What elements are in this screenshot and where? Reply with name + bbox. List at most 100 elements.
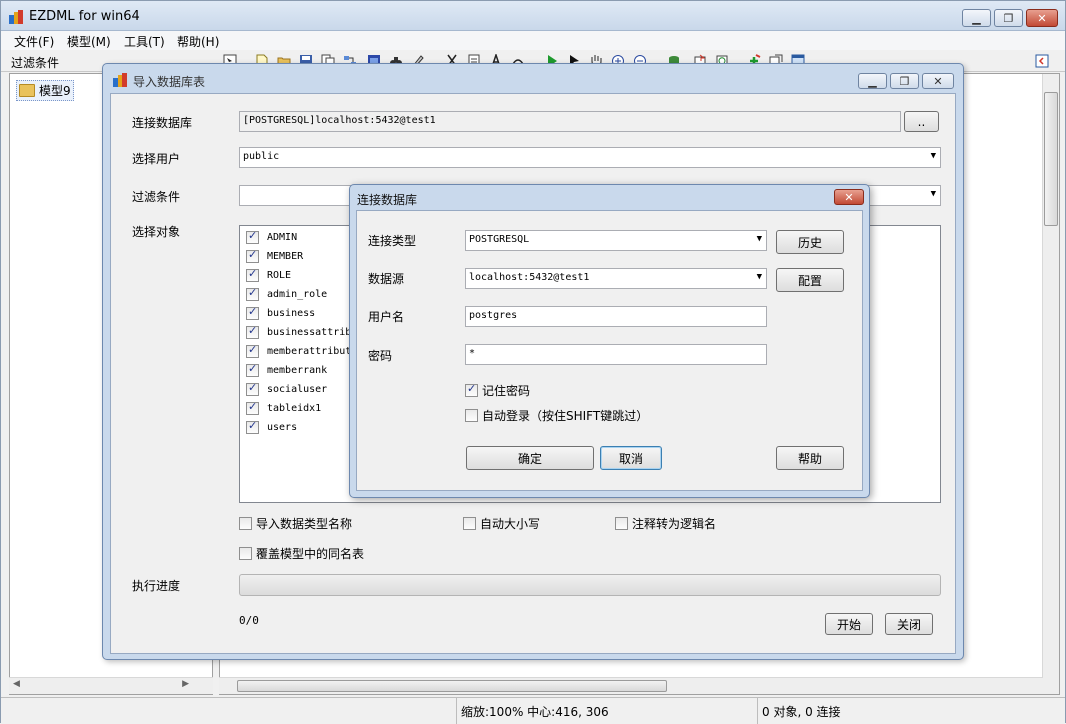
restore-icon: ❐ [899, 74, 910, 88]
cancel-button[interactable]: 取消 [600, 446, 662, 470]
status-counts: 0 对象, 0 连接 [757, 698, 1047, 724]
connect-dialog-body: 连接类型 POSTGRESQL ▼ 历史 数据源 localhost:5432@… [356, 210, 863, 491]
select-user-label: 选择用户 [132, 152, 181, 166]
checkbox[interactable] [465, 382, 478, 397]
checkbox[interactable] [239, 547, 252, 560]
connection-type-label: 连接类型 [368, 234, 417, 248]
checkbox[interactable] [246, 229, 259, 244]
menu-help[interactable]: 帮助(H) [177, 33, 219, 50]
connect-dialog-title: 连接数据库 [357, 193, 418, 207]
password-input[interactable]: * [465, 344, 767, 365]
checkbox[interactable] [465, 409, 478, 422]
list-item[interactable]: socialuser [246, 381, 327, 398]
canvas-vertical-scrollbar[interactable] [1042, 74, 1059, 694]
maximize-button[interactable]: ❐ [994, 9, 1023, 27]
connection-string-field[interactable]: [POSTGRESQL]localhost:5432@test1 [239, 111, 901, 132]
status-zoom-center: 缩放:100% 中心:416, 306 [456, 698, 754, 724]
panel-toggle-icon[interactable] [1035, 54, 1049, 68]
connect-close-button[interactable]: ✕ [834, 189, 864, 205]
checkbox[interactable] [246, 343, 259, 358]
list-item[interactable]: memberrank [246, 362, 327, 379]
data-source-select[interactable]: localhost:5432@test1 ▼ [465, 268, 767, 289]
username-input[interactable]: postgres [465, 306, 767, 327]
chevron-down-icon[interactable]: ▼ [931, 189, 936, 199]
checkbox[interactable] [246, 400, 259, 415]
close-icon: ✕ [844, 190, 854, 204]
import-type-names-option[interactable]: 导入数据类型名称 [239, 515, 352, 532]
import-close-button[interactable]: ✕ [922, 73, 954, 89]
chevron-down-icon[interactable]: ▼ [931, 151, 936, 161]
auto-case-option[interactable]: 自动大小写 [463, 515, 540, 532]
connection-type-select[interactable]: POSTGRESQL ▼ [465, 230, 767, 251]
checkbox[interactable] [246, 324, 259, 339]
import-dialog-title: 导入数据库表 [133, 75, 206, 89]
checkbox[interactable] [463, 517, 476, 530]
minimize-button[interactable]: ▁ [962, 9, 991, 27]
auto-login-option[interactable]: 自动登录（按住SHIFT键跳过） [465, 407, 648, 424]
close-dialog-button[interactable]: 关闭 [885, 613, 933, 635]
checkbox[interactable] [615, 517, 628, 530]
password-label: 密码 [368, 349, 393, 363]
checkbox[interactable] [239, 517, 252, 530]
import-minimize-button[interactable]: ▁ [858, 73, 887, 89]
user-select[interactable]: public ▼ [239, 147, 941, 168]
scroll-left-icon[interactable]: ◀ [13, 679, 20, 689]
comment-to-logic-option[interactable]: 注释转为逻辑名 [615, 515, 716, 532]
horizontal-scroll-thumb[interactable] [237, 680, 667, 692]
chevron-down-icon[interactable]: ▼ [757, 234, 762, 244]
checkbox[interactable] [246, 419, 259, 434]
browse-connection-button[interactable]: .. [904, 111, 939, 132]
config-button[interactable]: 配置 [776, 268, 844, 292]
list-item[interactable]: memberattribut [246, 343, 351, 360]
dialog-logo-icon [113, 73, 127, 87]
checkbox[interactable] [246, 248, 259, 263]
list-item[interactable]: business [246, 305, 315, 322]
menu-bar: 文件(F) 模型(M) 工具(T) 帮助(H) [1, 31, 1065, 50]
menu-file[interactable]: 文件(F) [14, 33, 54, 50]
progress-bar [239, 574, 941, 596]
data-source-label: 数据源 [368, 272, 405, 286]
help-button[interactable]: 帮助 [776, 446, 844, 470]
data-source-value: localhost:5432@test1 [469, 272, 590, 283]
overwrite-same-option[interactable]: 覆盖模型中的同名表 [239, 545, 364, 562]
user-select-value: public [243, 151, 280, 162]
filter-label: 过滤条件 [11, 56, 60, 70]
list-item[interactable]: ADMIN [246, 229, 297, 246]
list-item[interactable]: ROLE [246, 267, 291, 284]
list-item[interactable]: users [246, 419, 297, 436]
checkbox[interactable] [246, 362, 259, 377]
minimize-icon: ▁ [868, 74, 877, 88]
chevron-down-icon[interactable]: ▼ [757, 272, 762, 282]
checkbox[interactable] [246, 381, 259, 396]
model-folder-icon [19, 84, 35, 97]
connection-type-value: POSTGRESQL [469, 234, 530, 245]
checkbox[interactable] [246, 286, 259, 301]
tree-node-model[interactable]: 模型9 [16, 80, 74, 101]
history-button[interactable]: 历史 [776, 230, 844, 254]
close-button[interactable]: ✕ [1026, 9, 1058, 27]
checkbox[interactable] [246, 267, 259, 282]
list-item[interactable]: admin_role [246, 286, 327, 303]
menu-tools[interactable]: 工具(T) [124, 33, 165, 50]
start-button[interactable]: 开始 [825, 613, 873, 635]
app-logo-icon [9, 10, 23, 24]
ok-button[interactable]: 确定 [466, 446, 594, 470]
list-item[interactable]: MEMBER [246, 248, 303, 265]
menu-model[interactable]: 模型(M) [67, 33, 111, 50]
checkbox[interactable] [246, 305, 259, 320]
list-item[interactable]: tableidx1 [246, 400, 321, 417]
close-icon: ✕ [933, 74, 943, 88]
canvas-horizontal-scrollbar[interactable] [219, 677, 1043, 694]
scroll-right-icon[interactable]: ▶ [182, 679, 189, 689]
import-maximize-button[interactable]: ❐ [890, 73, 919, 89]
app-title: EZDML for win64 [29, 9, 140, 24]
main-titlebar[interactable]: EZDML for win64 ▁ ❐ ✕ [1, 1, 1065, 31]
left-horizontal-scrollbar[interactable]: ◀ ▶ [9, 677, 213, 694]
progress-text: 0/0 [239, 614, 259, 627]
close-icon: ✕ [1037, 11, 1047, 25]
progress-label: 执行进度 [132, 579, 181, 593]
connect-database-dialog: 连接数据库 ✕ 连接类型 POSTGRESQL ▼ 历史 数据源 localho… [349, 184, 870, 498]
remember-password-option[interactable]: 记住密码 [465, 382, 530, 399]
list-item[interactable]: businessattrib [246, 324, 351, 341]
vertical-scroll-thumb[interactable] [1044, 92, 1058, 226]
